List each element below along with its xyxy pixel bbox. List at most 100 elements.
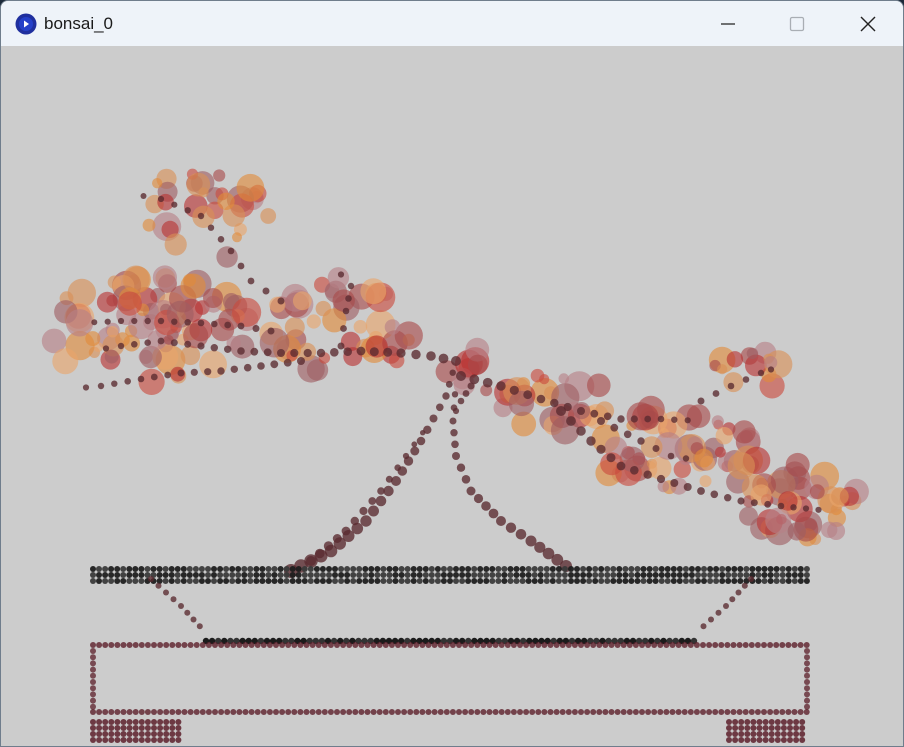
pot-base-dot (608, 709, 615, 715)
pot-rim-dot (664, 578, 671, 584)
pot-base-dot (645, 709, 652, 715)
pot-rim-dot (797, 566, 804, 572)
pot-base-dot (602, 709, 609, 715)
pot-rim-dot (525, 578, 532, 584)
pot-side-dot (741, 582, 748, 589)
pot-foot-dot (114, 719, 121, 725)
foliage-dot (467, 354, 488, 375)
pot-side-dot (148, 576, 154, 582)
pot-rim-dot (229, 578, 236, 584)
pot-rim-dot (622, 578, 629, 584)
pot-rim-dot (326, 578, 332, 584)
pot-foot-dot (756, 737, 763, 743)
branch-dot (657, 415, 665, 423)
pot-rim-dot (688, 578, 695, 584)
pot-base-dot (754, 642, 761, 648)
branch-dot (82, 384, 90, 391)
pot-rim-dot (259, 566, 266, 572)
pot-foot-dot (780, 731, 787, 737)
pot-rim-dot (731, 578, 738, 584)
branch-dot (224, 345, 232, 353)
foliage-dot (827, 522, 846, 540)
branch-dot (616, 461, 626, 471)
branch-dot (171, 318, 178, 325)
foliage-dot (106, 326, 119, 338)
pot-base-dot (327, 709, 334, 715)
pot-rim-dot (791, 566, 798, 572)
branch-dot (496, 381, 506, 391)
pot-rim-dot (386, 572, 393, 578)
maximize-icon (789, 16, 805, 31)
pot-rim-dot (223, 572, 230, 578)
pot-base-dot (279, 642, 286, 648)
pot-base-dot (309, 642, 316, 648)
pot-rim-dot (114, 572, 121, 578)
pot-rim-dot (483, 572, 490, 578)
pot-base-dot (218, 709, 225, 715)
pot-base-dot (681, 709, 688, 715)
pot-rim-dot (380, 578, 387, 584)
pot-base-dot (804, 672, 810, 679)
pot-rim-dot (90, 572, 96, 578)
pot-rim-dot (725, 566, 732, 572)
pot-rim-dot (695, 566, 701, 572)
pot-rim-dot (537, 572, 544, 578)
branch-dot (303, 348, 312, 358)
pot-base-dot (90, 642, 96, 648)
pot-rim-dot (785, 572, 792, 578)
close-button[interactable] (835, 1, 901, 46)
pot-foot-dot (114, 737, 121, 743)
pot-base-dot (443, 642, 450, 648)
foliage-dot (717, 364, 728, 375)
pot-rim-dot (440, 572, 447, 578)
foliage-dot (360, 278, 387, 305)
pot-base-dot (187, 709, 194, 715)
foliage-dot (284, 317, 305, 338)
pot-foot-dot (114, 731, 121, 737)
pot-rim-dot (271, 572, 278, 578)
pot-base-dot (718, 709, 725, 715)
maximize-button[interactable] (764, 1, 830, 46)
pot-base-dot (754, 709, 761, 715)
trunk-dot (385, 475, 393, 483)
pot-rim-dot (616, 578, 623, 584)
pot-base-dot (163, 709, 170, 715)
pot-side-dot (723, 603, 729, 609)
branch-dot (343, 347, 353, 357)
branch-dot (164, 371, 172, 379)
branch-dot (757, 369, 765, 377)
pot-base-dot (510, 709, 517, 715)
trunk-dot (332, 534, 342, 543)
branch-dot (556, 406, 566, 416)
branch-dot (267, 327, 275, 335)
foliage-dot (785, 452, 810, 477)
pot-base-dot (596, 709, 603, 715)
title-bar[interactable]: bonsai_0 (1, 1, 903, 46)
pot-rim-dot (555, 572, 562, 578)
pot-rim-dot (471, 572, 478, 578)
pot-foot-dot (151, 725, 157, 731)
pot-base-dot (212, 642, 218, 648)
trunk-dot (481, 501, 491, 511)
pot-base-dot (108, 642, 115, 648)
pot-base-dot (376, 709, 383, 715)
minimize-button[interactable] (695, 1, 761, 46)
pot-base-dot (96, 642, 103, 648)
pot-base-dot (687, 642, 694, 648)
pot-rim-dot (368, 566, 375, 572)
pot-rim-dot (719, 572, 726, 578)
pot-rim-dot (289, 578, 296, 584)
pot-rim-dot (598, 572, 605, 578)
pot-base-dot (620, 709, 627, 715)
pot-rim-dot (192, 572, 199, 578)
pot-rim-dot (676, 578, 683, 584)
pot-rim-dot (434, 566, 441, 572)
pot-base-dot (260, 709, 267, 715)
branch-dot (117, 317, 125, 325)
branch-dot (637, 437, 645, 445)
pot-base-dot (804, 685, 810, 692)
pot-base-dot (480, 642, 487, 648)
sketch-canvas[interactable] (3, 47, 903, 747)
pot-base-dot (559, 642, 566, 648)
close-icon (860, 16, 876, 31)
